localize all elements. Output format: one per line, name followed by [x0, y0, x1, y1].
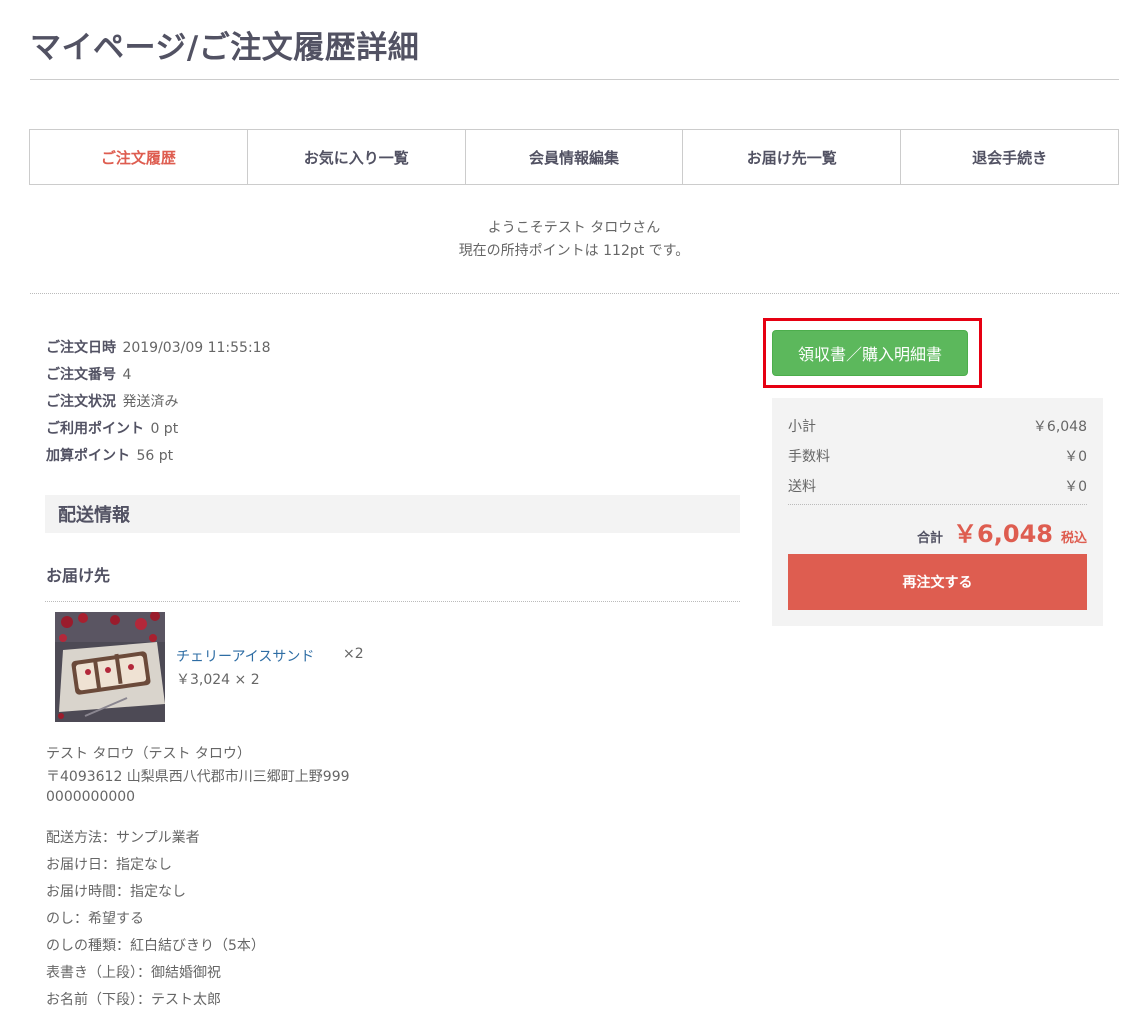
order-date-label: ご注文日時 — [46, 340, 116, 356]
added-points-label: 加算ポイント — [46, 448, 130, 464]
used-points-label: ご利用ポイント — [46, 421, 144, 437]
receipt-button[interactable]: 領収書／購入明細書 — [772, 330, 968, 376]
shipping-method: 配送方法：サンプル業者 — [46, 830, 200, 846]
total-row: 合計 ￥6,048 税込 — [917, 514, 1087, 549]
subtotal-row: 小計 ￥6,048 — [788, 416, 1087, 436]
fee-value: ￥0 — [1064, 449, 1087, 465]
order-status-value: 発送済み — [122, 394, 179, 410]
page-title: マイページ/ご注文履歴詳細 — [30, 30, 420, 66]
noshi-upper-text: 表書き（上段）：御結婚御祝 — [46, 965, 221, 981]
noshi-lower-name: お名前（下段）：テスト太郎 — [46, 992, 221, 1008]
fee-row: 手数料 ￥0 — [788, 446, 1087, 466]
recipient-address: 〒4093612 山梨県西八代郡市川三郷町上野999 — [46, 769, 350, 785]
tab-favorites[interactable]: お気に入り一覧 — [246, 130, 465, 184]
tab-order-history[interactable]: ご注文履歴 — [30, 130, 247, 184]
total-amount: ￥6,048 — [953, 520, 1053, 548]
tab-withdraw[interactable]: 退会手続き — [900, 130, 1118, 184]
tax-included-label: 税込 — [1060, 531, 1087, 546]
order-number-label: ご注文番号 — [46, 367, 116, 383]
product-name-link[interactable]: チェリーアイスサンド — [176, 646, 314, 666]
reorder-button[interactable]: 再注文する — [788, 554, 1087, 610]
summary-divider — [788, 504, 1087, 505]
delivery-date: お届け日：指定なし — [46, 857, 172, 873]
recipient-name: テスト タロウ（テスト タロウ） — [46, 746, 251, 762]
used-points-value: 0 pt — [150, 421, 179, 437]
order-date-row: ご注文日時 2019/03/09 11:55:18 — [46, 337, 270, 357]
delivery-time: お届け時間：指定なし — [46, 884, 186, 900]
section-divider — [30, 293, 1119, 294]
shipping-section-title: 配送情報 — [45, 495, 740, 533]
order-number-value: 4 — [122, 367, 132, 383]
used-points-row: ご利用ポイント 0 pt — [46, 418, 178, 438]
order-number-row: ご注文番号 4 — [46, 364, 131, 384]
postage-row: 送料 ￥0 — [788, 476, 1087, 496]
order-summary: 小計 ￥6,048 手数料 ￥0 送料 ￥0 合計 ￥6,048 税込 再注文す… — [772, 398, 1103, 626]
mypage-tabs: ご注文履歴 お気に入り一覧 会員情報編集 お届け先一覧 退会手続き — [29, 129, 1119, 185]
postage-label: 送料 — [788, 479, 816, 495]
noshi-type: のしの種類：紅白結びきり（5本） — [46, 938, 265, 954]
tab-member-edit[interactable]: 会員情報編集 — [464, 130, 683, 184]
welcome-message: ようこそテスト タロウさん — [487, 220, 661, 236]
recipient-phone: 0000000000 — [46, 789, 136, 805]
points-message: 現在の所持ポイントは 112pt です。 — [458, 243, 690, 259]
tab-delivery-list[interactable]: お届け先一覧 — [682, 130, 900, 184]
product-price: ￥3,024 × 2 — [176, 672, 260, 688]
order-status-row: ご注文状況 発送済み — [46, 391, 178, 411]
subtotal-value: ￥6,048 — [1032, 419, 1087, 435]
title-divider — [30, 79, 1119, 80]
order-date-value: 2019/03/09 11:55:18 — [122, 340, 271, 356]
total-label: 合計 — [917, 531, 944, 546]
fee-label: 手数料 — [788, 449, 830, 465]
added-points-row: 加算ポイント 56 pt — [46, 445, 173, 465]
noshi-request: のし：希望する — [46, 911, 144, 927]
product-divider — [45, 601, 740, 602]
product-image[interactable] — [55, 612, 165, 722]
order-status-label: ご注文状況 — [46, 394, 116, 410]
delivery-destination-heading: お届け先 — [46, 566, 111, 585]
postage-value: ￥0 — [1064, 479, 1087, 495]
added-points-value: 56 pt — [136, 448, 174, 464]
subtotal-label: 小計 — [788, 419, 816, 435]
product-quantity: ×2 — [343, 646, 364, 662]
